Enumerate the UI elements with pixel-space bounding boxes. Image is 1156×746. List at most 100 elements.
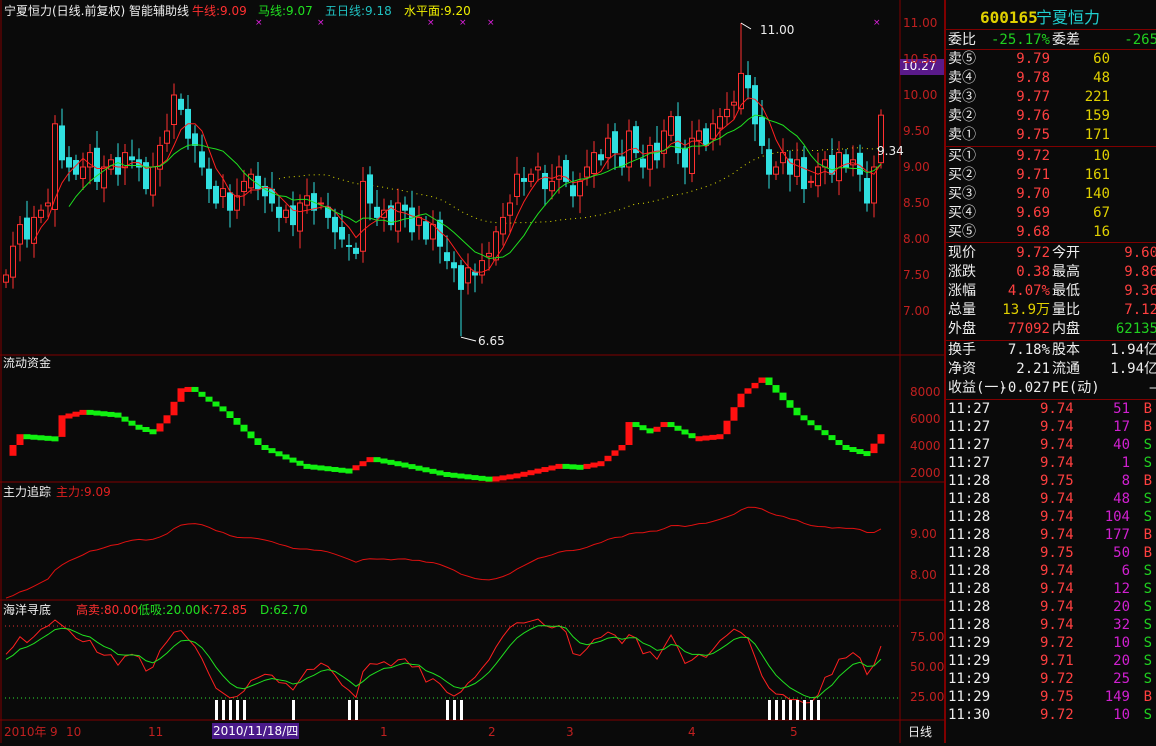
- flow-bar: [492, 476, 500, 482]
- flow-bar: [674, 425, 682, 431]
- stat-row: 现价 9.72 今开 9.60: [946, 244, 1156, 263]
- trade-volume: 10: [1113, 635, 1130, 651]
- bottom-signal-bar: [292, 700, 295, 720]
- stat-value: 9.36: [1124, 283, 1156, 299]
- trade-price: 9.71: [1040, 653, 1074, 669]
- candle-body: [241, 180, 247, 192]
- trade-side: S: [1143, 491, 1152, 507]
- trade-side: S: [1143, 671, 1152, 687]
- stat-label: 最高: [1052, 264, 1080, 280]
- d-line: [5, 625, 882, 699]
- flow-bar: [478, 475, 486, 481]
- period-button[interactable]: 日线: [908, 725, 932, 739]
- candle-body: [759, 116, 765, 146]
- trade-volume: 104: [1104, 509, 1130, 525]
- flow-bar: [870, 443, 878, 454]
- flow-bar: [107, 411, 115, 417]
- stat-label: 量比: [1052, 302, 1080, 318]
- trade-price: 9.74: [1040, 401, 1074, 417]
- bid-price: 9.72: [1016, 148, 1050, 164]
- price-tick: 11.00: [903, 16, 938, 30]
- flow-bar: [450, 472, 458, 478]
- bid-price: 9.71: [1016, 167, 1050, 183]
- zhuli-panel-title: 主力追踪: [3, 485, 52, 499]
- flow-bar: [142, 427, 150, 432]
- candle-body: [829, 154, 835, 175]
- flow-bar: [849, 447, 857, 453]
- candle-body: [486, 252, 492, 257]
- flow-bar: [443, 472, 451, 477]
- trade-time: 11:28: [948, 599, 991, 615]
- stock-header: 600165 宁夏恒力: [946, 6, 1156, 30]
- flow-bar: [387, 459, 395, 465]
- flow-bar: [520, 471, 528, 477]
- chart-canvas[interactable]: × × × × × ×: [0, 0, 944, 743]
- flow-bar: [786, 400, 794, 408]
- trade-time: 11:27: [948, 437, 991, 453]
- ask-volume: 221: [1084, 89, 1110, 105]
- trade-time: 11:29: [948, 653, 991, 669]
- candle-body: [353, 247, 359, 254]
- candle-body: [731, 101, 737, 106]
- flow-bar: [338, 467, 346, 473]
- flow-bar: [569, 464, 577, 470]
- candle-body: [332, 216, 338, 233]
- trade-time: 11:29: [948, 689, 991, 705]
- price-tick: 8.50: [903, 196, 930, 210]
- flow-bar: [821, 430, 829, 436]
- bottom-signal-bar: [222, 700, 225, 720]
- flow-bar: [429, 468, 437, 474]
- candle-body: [206, 168, 212, 190]
- ask-level: 卖⑤: [948, 51, 976, 67]
- trade-price: 9.74: [1040, 455, 1074, 471]
- flow-bar: [30, 434, 38, 440]
- trade-price: 9.75: [1040, 689, 1074, 705]
- trade-time: 11:28: [948, 617, 991, 633]
- trade-volume: 177: [1104, 527, 1130, 543]
- flow-bar: [506, 474, 514, 480]
- stat-label: 今开: [1052, 245, 1080, 261]
- flow-bar: [282, 454, 290, 460]
- candle-body: [787, 158, 793, 175]
- ask-price: 9.76: [1016, 108, 1050, 124]
- candle-body: [479, 260, 485, 276]
- candle-body: [115, 157, 121, 175]
- trade-side: B: [1143, 401, 1152, 417]
- weicha-label: 委差: [1052, 32, 1080, 48]
- bottom-signal-bar: [460, 700, 463, 720]
- flow-panel-title: 流动资金: [3, 356, 52, 370]
- candle-body: [857, 152, 863, 175]
- trade-row: 11:29 9.72 10 S: [946, 634, 1156, 652]
- candle-body: [766, 149, 772, 175]
- candle-body: [815, 166, 821, 187]
- candle-body: [717, 116, 723, 129]
- bottom-signal-bar: [446, 700, 449, 720]
- stat-label: 涨跌: [948, 264, 976, 280]
- trade-time: 11:28: [948, 563, 991, 579]
- bottom-signal-bar: [803, 700, 806, 720]
- candle-body: [591, 152, 597, 174]
- bottom-signal-bar: [453, 700, 456, 720]
- flow-bar: [79, 409, 87, 415]
- flow-bar: [583, 463, 591, 469]
- candle-body: [10, 245, 16, 278]
- trade-volume: 51: [1113, 401, 1130, 417]
- trade-price: 9.74: [1040, 563, 1074, 579]
- flow-bar: [359, 461, 367, 467]
- flow-bar: [415, 465, 423, 471]
- stat-label: 外盘: [948, 321, 976, 337]
- kline-chart-area[interactable]: × × × × × × 宁夏恒力(日线.前复权) 智能辅助线 牛线:9.09 马线:9.0…: [0, 0, 944, 743]
- trade-row: 11:27 9.74 51 B: [946, 400, 1156, 418]
- trade-row: 11:28 9.74 12 S: [946, 580, 1156, 598]
- date-label: 2: [488, 725, 496, 739]
- dixi-label: 低吸:20.00: [138, 603, 201, 617]
- bid-level: 买④: [948, 205, 976, 221]
- trade-row: 11:27 9.74 1 S: [946, 454, 1156, 472]
- d-value: D:62.70: [260, 603, 308, 617]
- ask-row: 卖③ 9.77 221: [946, 88, 1156, 107]
- flow-bar: [681, 429, 689, 435]
- trade-price: 9.75: [1040, 473, 1074, 489]
- date-label: 9: [50, 725, 58, 739]
- info-value: 2.21: [1016, 361, 1050, 377]
- flow-bar: [597, 461, 605, 467]
